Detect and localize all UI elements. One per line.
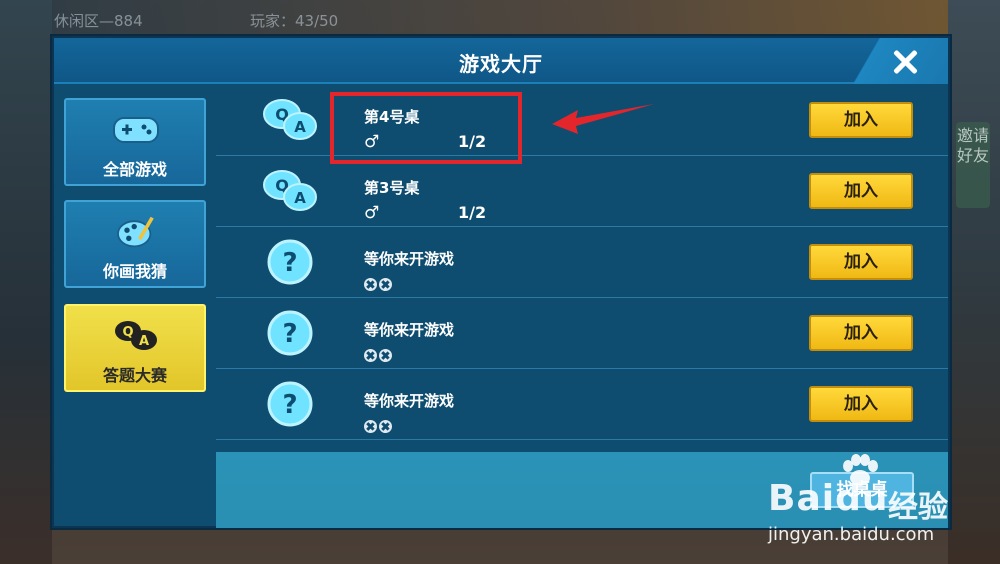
tab-all-games[interactable]: 全部游戏 [64,98,206,186]
table-name: 第3号桌 [364,179,420,197]
page-title: 游戏大厅 [459,52,543,76]
empty-slot-icon [379,420,392,433]
panel-header: 游戏大厅 [54,38,948,84]
tab-draw-guess[interactable]: 你画我猜 [64,200,206,288]
table-row: ? 等你来开游戏 加入 [216,370,948,440]
qa-bubble-icon: Q A [263,170,317,211]
male-icon: ♂ [364,203,380,223]
tab-draw-guess-label: 你画我猜 [102,262,167,281]
empty-slot-icon [379,278,392,291]
question-icon: ? [267,381,313,427]
empty-slot-icon [379,349,392,362]
background-room-label: 休闲区—884 [54,12,143,30]
join-button[interactable]: 加入 [809,102,913,138]
question-icon: ? [267,310,313,356]
join-button[interactable]: 加入 [809,244,913,280]
close-icon[interactable] [888,45,922,79]
empty-slots [364,418,404,433]
invite-friends-button[interactable]: 邀请好友 [956,122,990,208]
join-button[interactable]: 加入 [809,173,913,209]
baidu-jingyan-text: 经验 [888,490,948,525]
question-icon: ? [267,239,313,285]
empty-slots [364,347,404,362]
svg-text:A: A [294,118,306,136]
highlight-box [330,92,522,164]
tab-quiz-contest-label: 答题大赛 [102,366,167,385]
baidu-logo: Baidu [768,478,889,519]
empty-slot-icon [364,420,377,433]
table-list: Q A 第4号桌 ♂ 1/2 加入 Q A 第3号桌 ♂ 1/2 加入 ? 等你… [216,86,948,452]
empty-slots [364,276,404,291]
join-button[interactable]: 加入 [809,386,913,422]
tab-all-games-label: 全部游戏 [102,160,167,179]
gamepad-icon [113,117,159,143]
player-count: 1/2 [458,203,487,222]
qa-bubble-icon: Q A [115,321,157,350]
tab-quiz-contest[interactable]: Q A 答题大赛 [64,304,206,392]
table-row: Q A 第3号桌 ♂ 1/2 加入 [216,157,948,227]
palette-icon [117,216,154,248]
table-name: 等你来开游戏 [364,392,455,410]
qa-bubble-icon: Q A [263,99,317,140]
table-row: ? 等你来开游戏 加入 [216,299,948,369]
arrow-icon [552,104,654,134]
svg-text:A: A [139,334,149,349]
join-button[interactable]: 加入 [809,315,913,351]
baidu-url: jingyan.baidu.com [768,524,935,545]
table-name: 等你来开游戏 [364,250,455,268]
baidu-watermark: Baidu 经验 jingyan.baidu.com [768,454,1000,564]
background-left [0,0,52,564]
svg-text:?: ? [282,319,297,349]
svg-text:A: A [294,189,306,207]
background-player-count: 玩家：43/50 [250,12,339,30]
table-name: 等你来开游戏 [364,321,455,339]
empty-slot-icon [364,278,377,291]
svg-text:?: ? [282,248,297,278]
empty-slot-icon [364,349,377,362]
svg-text:?: ? [282,390,297,420]
table-row: ? 等你来开游戏 加入 [216,228,948,298]
background-top-bar [0,0,1000,38]
